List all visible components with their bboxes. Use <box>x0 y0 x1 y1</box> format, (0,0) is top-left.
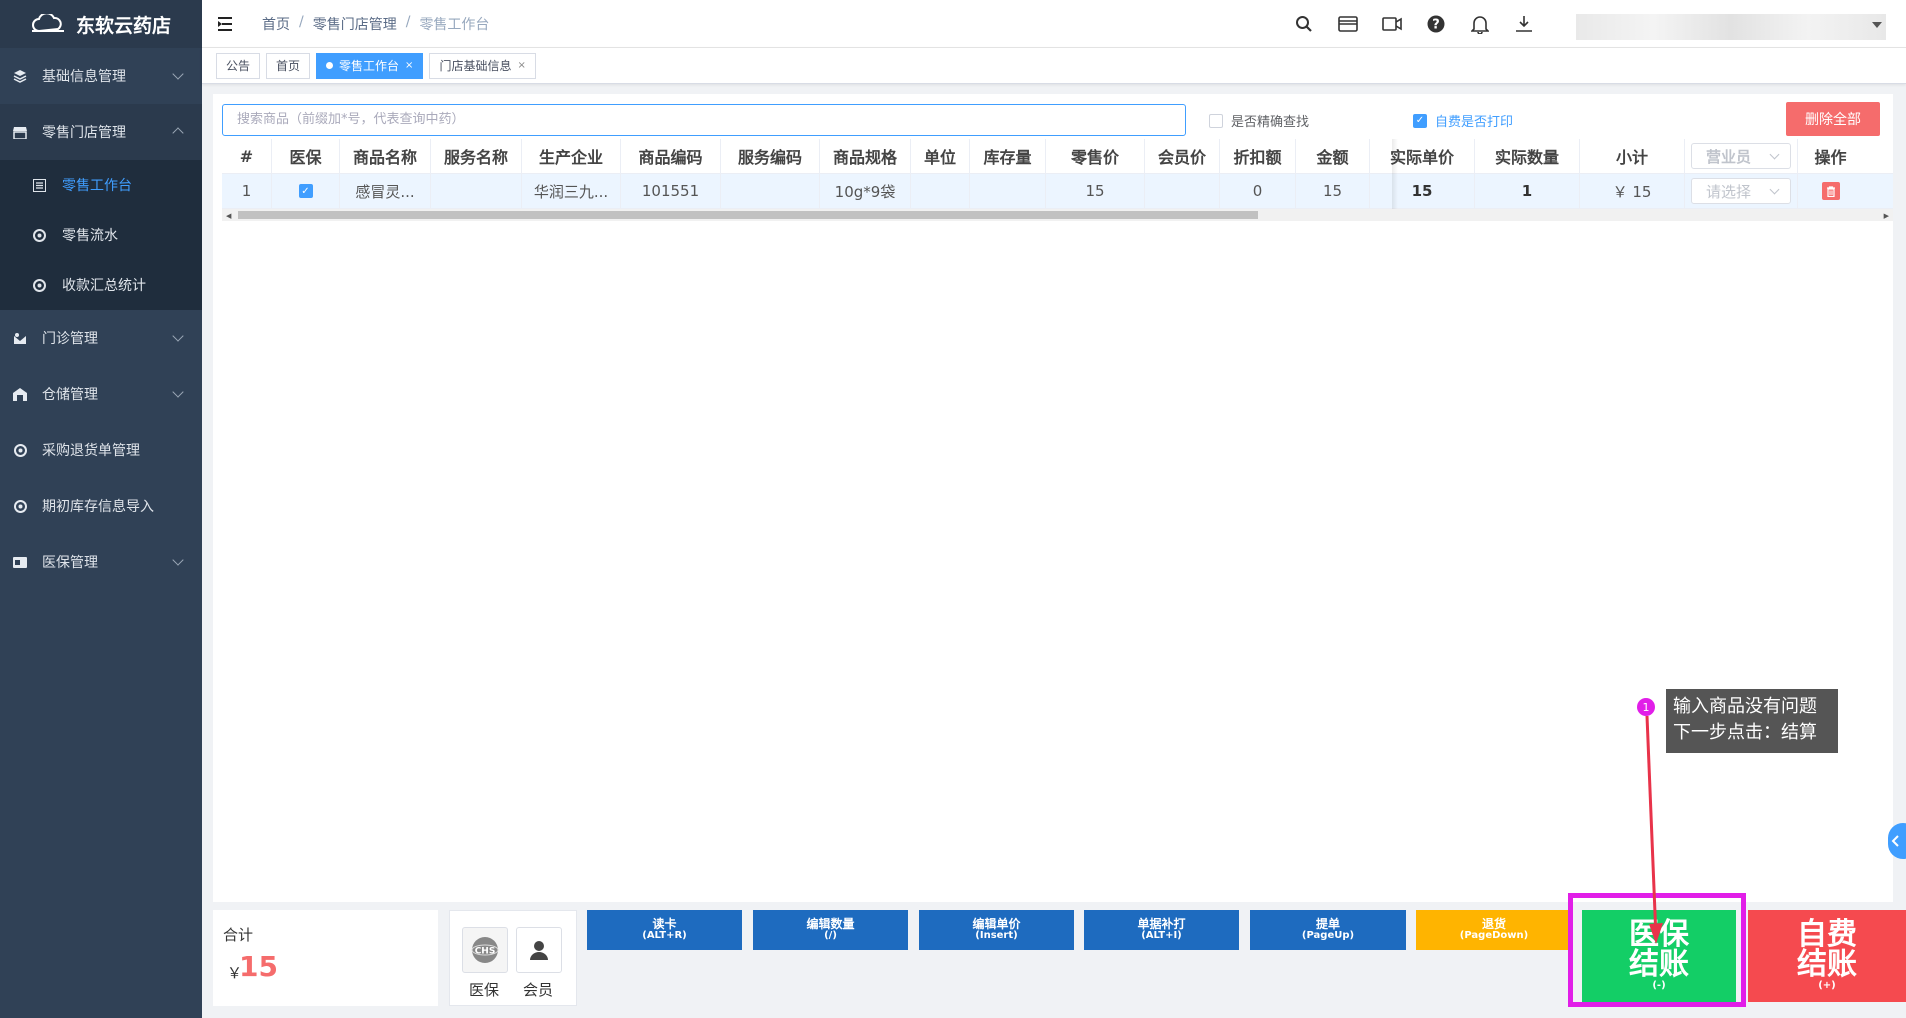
tooltip-line1: 输入商品没有问题 <box>1673 696 1817 717</box>
tooltip-line2: 下一步点击：结算 <box>1673 722 1817 743</box>
chevron-left-icon <box>1891 835 1899 847</box>
guide-tooltip: 输入商品没有问题 下一步点击：结算 <box>1666 689 1838 753</box>
guide-step-badge: 1 <box>1637 698 1655 716</box>
guide-arrow <box>1645 715 1663 944</box>
side-drawer-handle[interactable] <box>1888 823 1906 859</box>
